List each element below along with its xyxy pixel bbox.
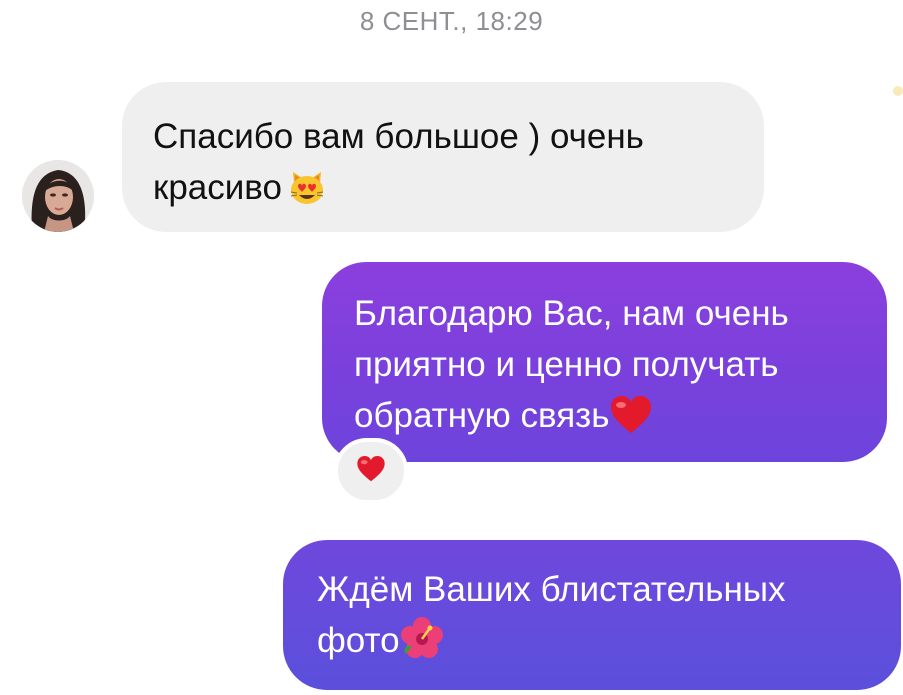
message-text-line-wrap: красиво	[153, 162, 734, 221]
heart-eyes-cat-icon	[288, 169, 326, 221]
message-text-line: обратную связь	[354, 396, 610, 435]
message-text-line: Спасибо вам большое ) очень	[153, 117, 644, 156]
message-text-line: фото	[317, 621, 400, 660]
red-heart-icon	[609, 395, 653, 449]
message-text-line-wrap: фото	[317, 615, 881, 674]
decorative-dot	[893, 86, 903, 96]
message-text-line: красиво	[153, 168, 282, 207]
message-text-line: приятно и ценно получать	[354, 345, 779, 384]
reaction-badge[interactable]	[334, 438, 408, 504]
message-bubble-incoming[interactable]: Спасибо вам большое ) очень красиво	[122, 82, 764, 232]
message-text-line: Благодарю Вас, нам очень	[354, 294, 789, 333]
message-bubble-outgoing[interactable]: Ждём Ваших блистательных фото	[283, 540, 901, 690]
message-bubble-outgoing[interactable]: Благодарю Вас, нам очень приятно и ценно…	[322, 262, 887, 462]
avatar[interactable]	[22, 160, 94, 232]
message-text-line: Ждём Ваших блистательных	[317, 570, 786, 609]
message-text-line-wrap: обратную связь	[354, 390, 869, 449]
hibiscus-icon	[400, 616, 444, 674]
chat-timestamp: 8 СЕНТ., 18:29	[359, 6, 544, 36]
avatar-photo-icon	[22, 160, 94, 232]
red-heart-icon	[356, 455, 386, 488]
